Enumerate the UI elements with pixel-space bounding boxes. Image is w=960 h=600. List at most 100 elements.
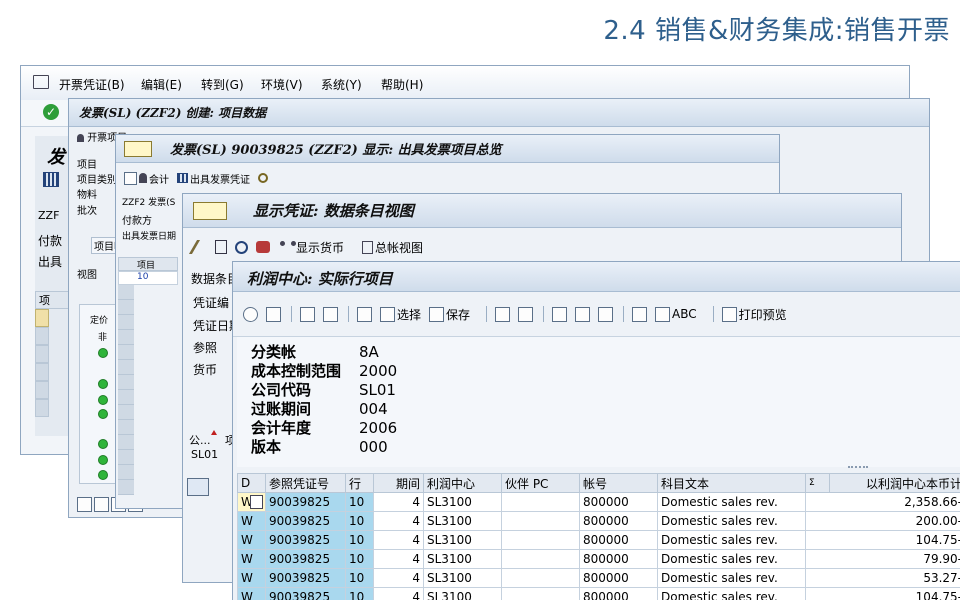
label-view: 视图 [77,270,97,281]
sum-icon[interactable] [495,306,511,322]
overview-icon [177,173,188,183]
export-icon[interactable] [552,306,568,322]
table-row[interactable]: W 90039825 10 4 SL3100 800000 Domestic s… [237,492,960,512]
menu-item-help[interactable]: 帮助(H) [381,76,423,93]
issue-invoice-button[interactable]: 出具发票凭证 [177,171,250,186]
status-green-icon [98,470,108,480]
payer-label: 付款方 [122,216,152,227]
menu-item-edit[interactable]: 编辑(E) [141,76,182,93]
details-icon[interactable] [77,497,92,512]
window-menu-icon[interactable] [193,201,227,220]
user-icon [139,173,147,183]
details-icon[interactable] [243,306,258,322]
select-layout-button[interactable]: 选择 [380,306,421,323]
cell-d: W [237,587,266,600]
menu-item-goto[interactable]: 转到(G) [201,76,244,93]
invoice-display-toolbar: 会计 出具发票凭证 [116,163,779,193]
col-header-period[interactable]: 期间 [373,473,424,493]
menu-item-billing-doc[interactable]: 开票凭证(B) [59,76,125,93]
cell-d: W [237,530,266,550]
print-preview-icon [721,306,737,322]
menu-item-system[interactable]: 系统(Y) [321,76,362,93]
select-all-icon[interactable] [94,497,109,512]
cell-partner-pc [501,568,580,588]
subtotal-icon[interactable] [518,306,534,322]
col-header-ref-doc[interactable]: 参照凭证号 [265,473,346,493]
gl-view-button[interactable]: 总帐视图 [362,239,423,256]
filter-icon[interactable] [266,306,281,322]
cell-account-text: Domestic sales rev. [657,492,806,512]
status-green-icon [98,379,108,389]
col-header-sum[interactable]: Σ [805,473,830,493]
table-row[interactable]: W 90039825 10 4 SL3100 800000 Domestic s… [237,587,960,600]
row-detail-icon[interactable] [250,495,263,509]
cell-line: 10 [345,549,374,569]
mail-icon[interactable] [575,306,591,322]
fragment-zzf: ZZF [38,209,60,222]
col-header-profit-center[interactable]: 利润中心 [423,473,502,493]
splitter-handle[interactable] [848,466,868,471]
cell-line: 10 [345,492,374,512]
enter-check-icon[interactable]: ✓ [43,104,59,120]
menu-item-environment[interactable]: 环境(V) [261,76,303,93]
window-title: 发票(SL) (ZZF2) 创建: 项目数据 [79,106,267,120]
header-field-fiscal-year: 会计年度 2006 [251,419,398,437]
sort-descending-icon[interactable] [323,306,338,322]
table-row[interactable]: W 90039825 10 4 SL3100 800000 Domestic s… [237,549,960,569]
col-header-line[interactable]: 行 [345,473,374,493]
edit-icon[interactable] [188,240,212,254]
copy-icon[interactable] [215,240,227,254]
window-title: 利润中心: 实际行项目 [247,270,393,288]
table-row[interactable]: W 90039825 10 4 SL3100 800000 Domestic s… [237,568,960,588]
col-header-d[interactable]: D [237,473,266,493]
cell-profit-center: SL3100 [423,492,502,512]
edit-icon[interactable] [598,306,614,322]
col-header-partner-pc[interactable]: 伙伴 PC [501,473,580,493]
invoice-display-titlebar: 发票(SL) 90039825 (ZZF2) 显示: 出具发票项目总览 [116,135,779,163]
cell-account: 800000 [579,568,658,588]
sort-ascending-icon[interactable] [300,306,315,322]
currency-label: 货币 [193,363,218,377]
search-icon[interactable] [235,240,248,254]
print-preview-button[interactable]: 打印预览 [721,306,787,323]
document-flow-icon[interactable] [124,171,137,185]
cell-d: W [237,511,266,531]
cell-amount: 104.75- [805,587,960,600]
header-field-posting-period: 过账期间 004 [251,400,388,418]
item-value[interactable]: 10 [118,271,178,285]
invoice-item-user-icon[interactable] [77,134,84,142]
label-item-category: 项目类别 [77,175,117,186]
cell-period: 4 [373,492,424,512]
status-green-icon [98,455,108,465]
accounting-button[interactable]: 会计 [139,171,169,186]
window-title: 显示凭证: 数据条目视图 [253,202,414,220]
billing-type-text: ZZF2 发票(S [122,198,176,208]
currency-icon [280,241,296,253]
col-header-amount[interactable]: 以利润中心本币计 [829,473,960,493]
overview-icon[interactable] [43,172,59,187]
abc-icon [655,306,671,322]
menu-icon[interactable] [33,75,49,89]
company-col-header: 公... [189,434,211,447]
table-row[interactable]: W 90039825 10 4 SL3100 800000 Domestic s… [237,530,960,550]
col-header-account-text[interactable]: 科目文本 [657,473,806,493]
choose-layout-icon[interactable] [357,306,372,322]
table-row[interactable]: W 90039825 10 4 SL3100 800000 Domestic s… [237,511,960,531]
taxes-icon[interactable] [256,241,270,253]
details-search-icon[interactable] [187,478,209,496]
cell-partner-pc [501,492,580,512]
show-currency-button[interactable]: 显示货币 [280,239,344,256]
save-layout-button[interactable]: 保存 [429,306,470,323]
status-green-icon [98,439,108,449]
fragment-fa: 发 [47,147,65,168]
pricing-label: 定价 [90,316,109,326]
status-green-icon [98,409,108,419]
cell-partner-pc [501,511,580,531]
window-menu-icon[interactable] [124,140,152,157]
abc-analysis-button[interactable]: ABC [655,306,697,322]
cell-profit-center: SL3100 [423,530,502,550]
settings-icon[interactable] [258,173,268,183]
cell-account-text: Domestic sales rev. [657,587,806,600]
calculator-icon[interactable] [632,306,648,322]
col-header-account[interactable]: 帐号 [579,473,658,493]
